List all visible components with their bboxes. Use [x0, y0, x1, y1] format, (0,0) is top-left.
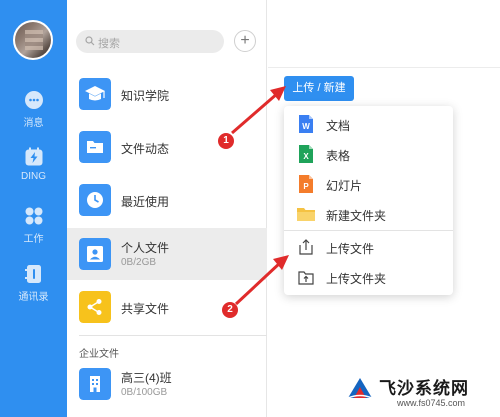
annotation-badge-2: 2 [222, 302, 238, 318]
watermark: 飞沙系统网 www.fs0745.com [345, 372, 495, 414]
watermark-logo-icon [347, 378, 373, 399]
annotation-arrows [231, 86, 289, 306]
watermark-url: www.fs0745.com [397, 398, 466, 408]
annotation-badge-1: 1 [218, 133, 234, 149]
watermark-title: 飞沙系统网 [379, 379, 469, 398]
